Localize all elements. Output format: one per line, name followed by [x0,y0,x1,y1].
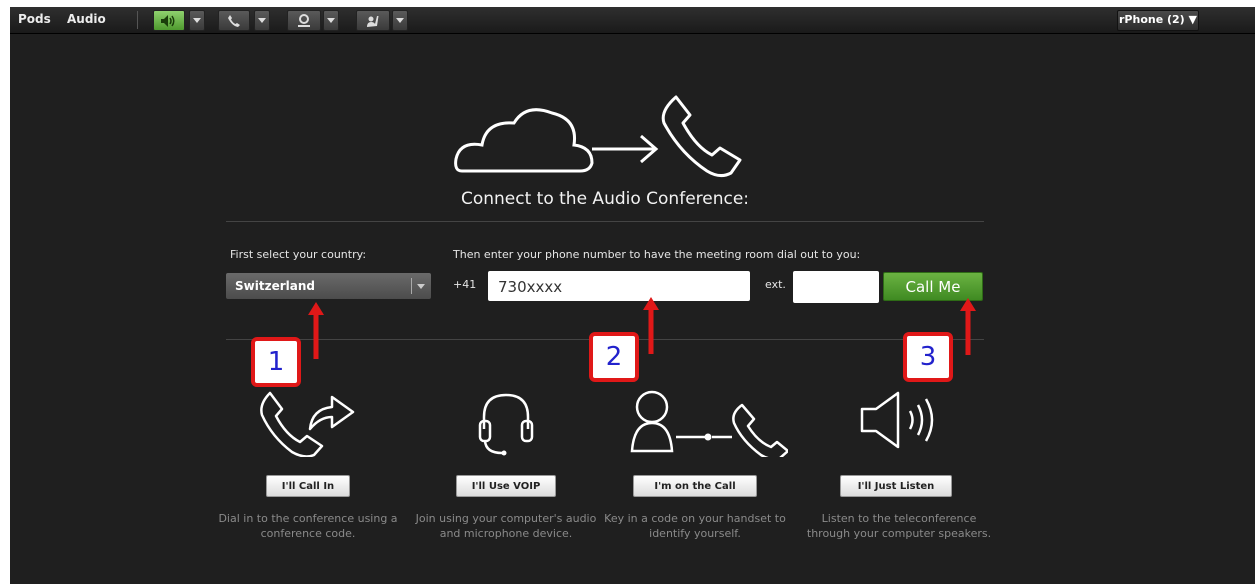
toolbar-divider [137,11,138,29]
use-voip-description: Join using your computer's audio and mic… [415,512,597,540]
just-listen-button[interactable]: I'll Just Listen [840,475,952,497]
top-toolbar: Pods Audio rPhone (2) ▼ [10,7,1255,34]
phone-label: Then enter your phone number to have the… [453,248,861,261]
phone-icon [228,14,240,27]
headset-icon [478,393,534,456]
annotation-arrow-1 [308,302,324,359]
webcam-icon [298,13,310,27]
speaker-dropdown[interactable] [189,10,205,31]
call-in-button[interactable]: I'll Call In [266,475,350,497]
phone-button[interactable] [218,10,250,31]
extension-input[interactable] [793,271,879,303]
title-divider [226,221,984,222]
webcam-button[interactable] [287,10,321,31]
speaker-listen-icon [860,391,934,449]
speaker-icon [161,14,175,27]
raise-hand-button[interactable] [356,10,390,31]
chevron-down-icon [417,284,425,289]
annotation-badge-1: 1 [251,337,301,387]
annotation-arrow-3 [960,298,976,355]
country-select[interactable]: Switzerland [226,273,431,299]
webcam-dropdown[interactable] [323,10,339,31]
audio-conference-app: Pods Audio rPhone (2) ▼ Connect to the A… [10,7,1255,584]
on-the-call-description: Key in a code on your handset to identif… [604,512,786,540]
menu-audio[interactable]: Audio [67,7,106,33]
call-in-description: Dial in to the conference using a confer… [218,512,398,540]
country-label: First select your country: [230,248,367,261]
annotation-badge-2: 2 [589,332,639,382]
phone-forward-icon [260,391,355,457]
ext-label: ext. [765,278,786,291]
country-code: +41 [453,278,477,291]
just-listen-description: Listen to the teleconference through you… [806,512,992,540]
menu-pods[interactable]: Pods [18,7,51,33]
person-on-call-icon [630,390,788,457]
country-select-value: Switzerland [235,279,315,293]
annotation-arrow-2 [643,297,659,354]
phone-dropdown[interactable] [254,10,270,31]
page-title: Connect to the Audio Conference: [460,189,750,209]
cloud-to-phone-icon [454,95,742,178]
phone-number-input[interactable] [488,271,750,301]
user-menu-button[interactable]: rPhone (2) ▼ [1117,10,1199,31]
on-the-call-button[interactable]: I'm on the Call [633,475,757,497]
raise-hand-icon [367,15,379,27]
raise-hand-dropdown[interactable] [392,10,408,31]
annotation-badge-3: 3 [903,332,953,382]
use-voip-button[interactable]: I'll Use VOIP [456,475,556,497]
speaker-button[interactable] [153,10,185,31]
select-separator [411,278,412,294]
